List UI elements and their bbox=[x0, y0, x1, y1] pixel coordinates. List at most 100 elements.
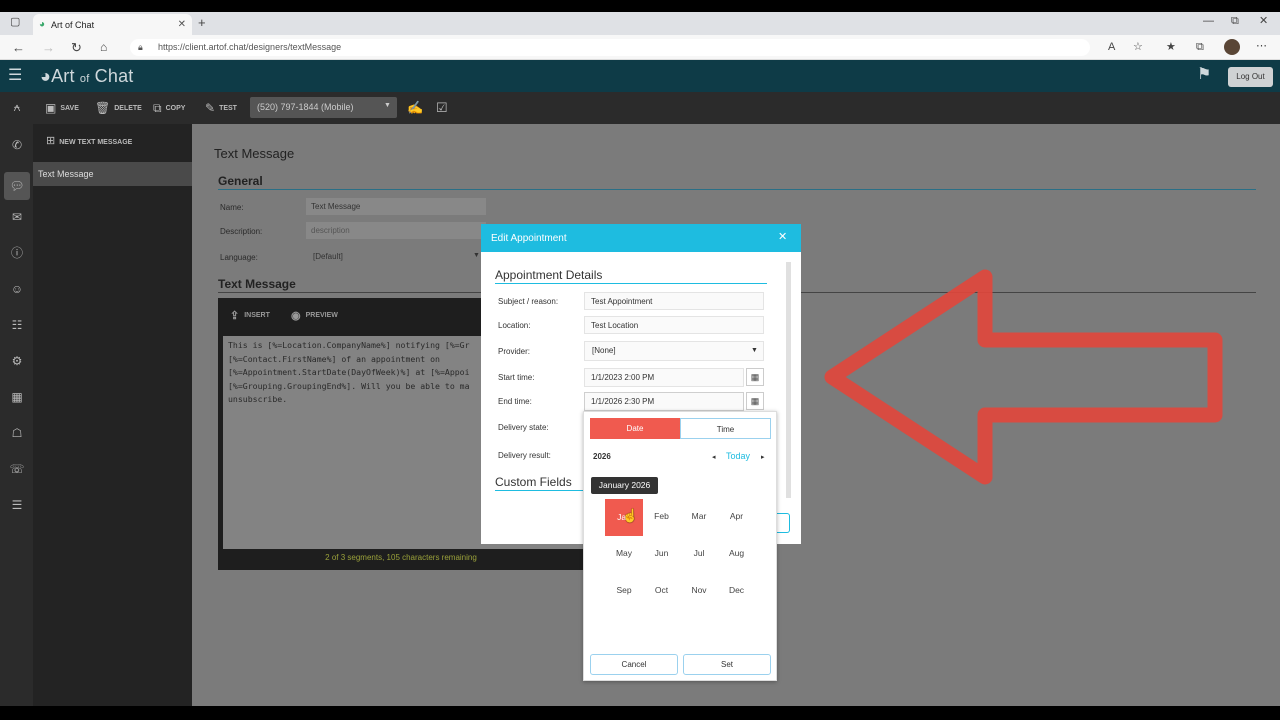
month-aug[interactable]: Aug bbox=[718, 538, 756, 568]
phone-select[interactable]: (520) 797-1844 (Mobile) ▼ bbox=[250, 97, 397, 118]
picker-year[interactable]: 2026 bbox=[593, 452, 611, 461]
back-icon[interactable]: ← bbox=[12, 41, 25, 54]
reload-icon[interactable]: ↻ bbox=[71, 41, 82, 54]
close-window-icon[interactable]: ✕ bbox=[1259, 16, 1268, 27]
month-sep[interactable]: Sep bbox=[605, 575, 643, 605]
info-icon[interactable]: ⓘ bbox=[8, 244, 26, 262]
month-feb[interactable]: Feb bbox=[643, 501, 681, 531]
subject-input[interactable]: Test Appointment bbox=[584, 292, 764, 310]
plus-box-icon: ⊞ bbox=[46, 135, 56, 147]
call-forward-icon[interactable]: ☏ bbox=[8, 460, 26, 478]
insert-label: INSERT bbox=[244, 312, 270, 319]
new-tab-icon[interactable]: + bbox=[198, 16, 206, 29]
end-calendar-icon[interactable]: ▦ bbox=[746, 392, 764, 410]
delivery-result-label: Delivery result: bbox=[498, 451, 551, 460]
provider-select[interactable]: [None] ▼ bbox=[584, 341, 764, 361]
delivery-state-label: Delivery state: bbox=[498, 423, 549, 432]
hand-cursor-icon: ☝ bbox=[622, 508, 639, 523]
page-title: Text Message bbox=[214, 146, 295, 161]
screen: ▢ ◕ Art of Chat ✕ + — ⧉ ✕ ← → ↻ ⌂ 🔒︎ htt… bbox=[0, 0, 1280, 720]
start-time-input[interactable]: 1/1/2023 2:00 PM bbox=[584, 368, 744, 387]
calendar-icon[interactable]: ▦ bbox=[8, 388, 26, 406]
close-dialog-icon[interactable]: ✕ bbox=[778, 230, 787, 243]
month-mar[interactable]: Mar bbox=[680, 501, 718, 531]
month-apr[interactable]: Apr bbox=[718, 501, 756, 531]
picker-today-button[interactable]: Today bbox=[726, 451, 750, 461]
description-input[interactable]: description bbox=[306, 222, 486, 239]
favorite-icon[interactable]: ☆ bbox=[1133, 42, 1143, 53]
picker-prev-icon[interactable]: ◂ bbox=[712, 453, 716, 461]
schedule-icon[interactable]: ☑ bbox=[436, 101, 448, 114]
general-divider bbox=[218, 189, 1256, 190]
insert-button[interactable]: ⇪ INSERT bbox=[230, 309, 270, 322]
hamburger-menu-icon[interactable]: ☰ bbox=[8, 68, 22, 84]
favorites-bar-icon[interactable]: ★ bbox=[1166, 42, 1176, 53]
robot-icon[interactable]: ☖ bbox=[8, 424, 26, 442]
profile-avatar[interactable] bbox=[1224, 39, 1240, 55]
provider-value: [None] bbox=[592, 346, 616, 355]
forward-icon[interactable]: → bbox=[42, 41, 55, 54]
read-aloud-icon[interactable]: A bbox=[1108, 42, 1115, 53]
close-tab-icon[interactable]: ✕ bbox=[178, 19, 186, 30]
url-field[interactable]: 🔒︎ https://client.artof.chat/designers/t… bbox=[130, 39, 1090, 56]
month-nov[interactable]: Nov bbox=[680, 575, 718, 605]
browser-tab[interactable]: ◕ Art of Chat ✕ bbox=[33, 14, 192, 35]
details-divider bbox=[495, 283, 767, 284]
test-icon: ✎ bbox=[205, 101, 216, 115]
new-text-message-button[interactable]: ⊞ NEW TEXT MESSAGE bbox=[46, 134, 132, 147]
logo-chat: Chat bbox=[94, 66, 134, 86]
home-icon[interactable]: ⌂ bbox=[100, 41, 107, 53]
flag-icon[interactable]: ⚑ bbox=[1197, 67, 1211, 83]
phone-value: (520) 797-1844 (Mobile) bbox=[257, 102, 354, 112]
picker-cancel-button[interactable]: Cancel bbox=[590, 654, 678, 675]
language-select[interactable]: [Default] ▼ bbox=[308, 248, 484, 265]
list-item-text-message[interactable]: Text Message bbox=[33, 162, 192, 186]
name-input[interactable]: Text Message bbox=[306, 198, 486, 215]
phone-dropdown-icon: ▼ bbox=[384, 102, 391, 109]
delete-button[interactable]: 🗑︎ DELETE bbox=[95, 101, 142, 115]
test-button[interactable]: ✎ TEST bbox=[205, 101, 237, 115]
list-icon[interactable]: ☷ bbox=[8, 316, 26, 334]
server-icon[interactable]: ☰ bbox=[8, 496, 26, 514]
picker-set-button[interactable]: Set bbox=[683, 654, 771, 675]
logo-art: Art bbox=[51, 66, 75, 86]
logo-bubble-icon: ◕ bbox=[40, 66, 52, 86]
picker-tab-time[interactable]: Time bbox=[680, 418, 771, 439]
preview-button[interactable]: ◉ PREVIEW bbox=[291, 309, 338, 322]
subject-label: Subject / reason: bbox=[498, 297, 559, 306]
chat-icon[interactable]: 💬︎ bbox=[4, 172, 30, 200]
custom-fields-heading: Custom Fields bbox=[495, 475, 572, 489]
month-jun[interactable]: Jun bbox=[643, 538, 681, 568]
restore-icon[interactable]: ⧉ bbox=[1231, 16, 1239, 27]
month-jul[interactable]: Jul bbox=[680, 538, 718, 568]
logo-of: of bbox=[79, 73, 90, 85]
save-button[interactable]: ▣ SAVE bbox=[45, 101, 79, 115]
red-arrow-annotation bbox=[824, 269, 1223, 485]
location-input[interactable]: Test Location bbox=[584, 316, 764, 334]
minimize-icon[interactable]: — bbox=[1203, 16, 1214, 27]
assign-user-icon[interactable]: ✍ bbox=[407, 101, 423, 114]
copy-icon: ⧉ bbox=[153, 101, 162, 115]
picker-next-icon[interactable]: ▸ bbox=[761, 453, 765, 461]
collections-icon[interactable]: ⧉ bbox=[1196, 42, 1204, 53]
dialog-scrollbar[interactable] bbox=[786, 262, 791, 498]
preview-label: PREVIEW bbox=[305, 312, 338, 319]
save-icon: ▣ bbox=[45, 101, 57, 115]
end-time-input[interactable]: 1/1/2026 2:30 PM bbox=[584, 392, 744, 411]
copy-button[interactable]: ⧉ COPY bbox=[153, 101, 185, 116]
designer-icon[interactable]: ⍲ bbox=[8, 98, 26, 116]
email-icon[interactable]: ✉ bbox=[8, 208, 26, 226]
phone-icon[interactable]: ✆ bbox=[8, 136, 26, 154]
new-message-label: NEW TEXT MESSAGE bbox=[59, 139, 133, 146]
logout-button[interactable]: Log Out bbox=[1228, 67, 1273, 87]
picker-tab-date[interactable]: Date bbox=[590, 418, 680, 439]
month-may[interactable]: May bbox=[605, 538, 643, 568]
month-oct[interactable]: Oct bbox=[643, 575, 681, 605]
window-menu-icon[interactable]: ▢ bbox=[10, 17, 20, 28]
contact-icon[interactable]: ☺ bbox=[8, 280, 26, 298]
copy-label: COPY bbox=[165, 105, 186, 112]
settings-icon[interactable]: ⚙ bbox=[8, 352, 26, 370]
month-dec[interactable]: Dec bbox=[718, 575, 756, 605]
start-calendar-icon[interactable]: ▦ bbox=[746, 368, 764, 386]
more-icon[interactable]: ⋯ bbox=[1256, 41, 1267, 52]
